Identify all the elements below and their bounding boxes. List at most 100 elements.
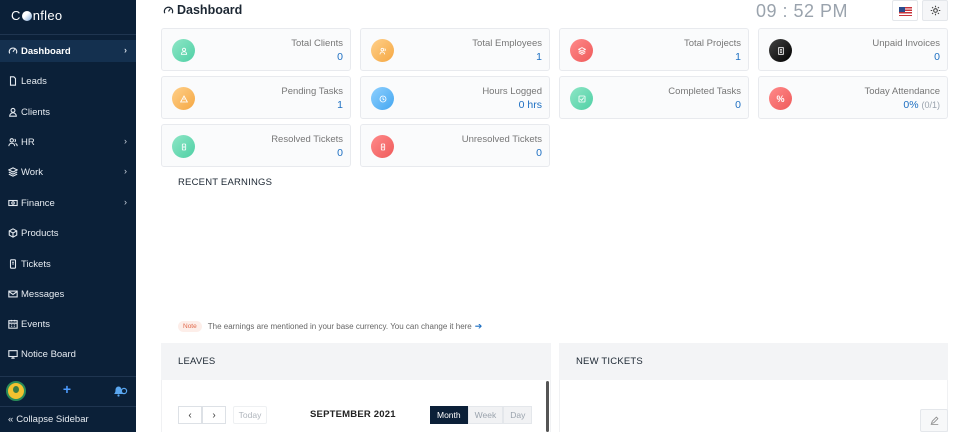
money-icon	[7, 198, 18, 209]
arrow-right-icon[interactable]: ➔	[475, 321, 483, 332]
sidebar-item-label: Notice Board	[21, 348, 76, 360]
cube-icon	[7, 228, 18, 239]
view-day-button[interactable]: Day	[503, 406, 533, 424]
earnings-note: Note The earnings are mentioned in your …	[178, 321, 482, 332]
stat-card-unresolved-tickets[interactable]: Unresolved Tickets 0	[360, 124, 550, 167]
language-selector-button[interactable]	[892, 0, 918, 21]
sidebar-item-label: Leads	[21, 75, 47, 87]
stat-card-pending-tasks[interactable]: Pending Tasks 1	[161, 76, 351, 119]
today-button[interactable]: Today	[233, 406, 267, 424]
stat-value: 1	[337, 99, 343, 111]
sidebar-item-hr[interactable]: HR ›	[0, 131, 136, 153]
ticket-icon	[7, 259, 18, 270]
new-tickets-panel-header: NEW TICKETS	[559, 343, 948, 380]
stat-card-resolved-tickets[interactable]: Resolved Tickets 0	[161, 124, 351, 167]
sidebar-item-messages[interactable]: Messages	[0, 283, 136, 305]
stat-value: 0	[735, 99, 741, 111]
view-week-button[interactable]: Week	[467, 406, 504, 424]
stat-card-today-attendance[interactable]: % Today Attendance 0% (0/1)	[758, 76, 948, 119]
sidebar-item-label: Products	[21, 227, 59, 239]
sidebar-item-clients[interactable]: Clients	[0, 101, 136, 123]
sidebar-item-label: Clients	[21, 106, 51, 118]
leaves-panel-header: LEAVES	[161, 343, 551, 380]
stat-card-total-employees[interactable]: Total Employees 1	[360, 28, 550, 71]
page-title-text: Dashboard	[177, 3, 243, 17]
stat-card-unpaid-invoices[interactable]: Unpaid Invoices 0	[758, 28, 948, 71]
stat-value: 0	[536, 147, 542, 159]
gear-icon	[930, 5, 940, 16]
sidebar-item-label: HR	[21, 136, 35, 148]
monitor-icon	[7, 349, 18, 360]
sidebar-item-events[interactable]: Events	[0, 313, 136, 335]
sidebar-item-label: Events	[21, 318, 51, 330]
ticket-icon	[172, 135, 195, 158]
stat-label: Hours Logged	[482, 86, 542, 97]
layers-icon	[570, 39, 593, 62]
chevron-left-icon: «	[8, 414, 14, 425]
edit-icon	[930, 416, 938, 425]
page-title: Dashboard	[163, 3, 242, 17]
stat-label: Unpaid Invoices	[872, 38, 940, 49]
view-month-button[interactable]: Month	[430, 406, 468, 424]
dashboard-icon	[7, 46, 18, 57]
sidebar-item-label: Messages	[21, 288, 65, 300]
user-icon	[172, 39, 195, 62]
stat-card-total-clients[interactable]: Total Clients 0	[161, 28, 351, 71]
sidebar-item-label: Tickets	[21, 258, 51, 270]
stat-card-hours-logged[interactable]: Hours Logged 0 hrs	[360, 76, 550, 119]
check-icon	[570, 87, 593, 110]
quick-add-button[interactable]: +	[60, 381, 74, 397]
sidebar-item-work[interactable]: Work ›	[0, 161, 136, 183]
sidebar-item-leads[interactable]: Leads	[0, 70, 136, 92]
chevron-right-icon: ›	[124, 45, 127, 55]
sidebar-item-finance[interactable]: Finance ›	[0, 192, 136, 214]
settings-button[interactable]	[922, 0, 948, 21]
attendance-percent: 0%	[903, 99, 919, 111]
stat-label: Total Projects	[683, 38, 741, 49]
stat-label: Total Employees	[472, 38, 542, 49]
stat-value: 0	[337, 51, 343, 63]
stat-label: Resolved Tickets	[271, 134, 343, 145]
new-tickets-title: NEW TICKETS	[576, 356, 643, 367]
user-icon	[7, 107, 18, 118]
attendance-count: (0/1)	[921, 100, 940, 110]
clock: 09 : 52 PM	[756, 1, 849, 21]
app-logo[interactable]: Cnfleo	[11, 8, 62, 23]
warning-icon	[172, 87, 195, 110]
chevron-left-icon: ‹	[188, 409, 192, 421]
notification-bell-icon[interactable]	[112, 383, 128, 397]
stat-card-total-projects[interactable]: Total Projects 1	[559, 28, 749, 71]
calendar-view-switcher: Month Week Day	[430, 406, 533, 424]
scrollbar[interactable]	[546, 381, 549, 432]
leaves-title: LEAVES	[178, 356, 216, 367]
calendar-month-title: SEPTEMBER 2021	[310, 409, 396, 420]
recent-earnings-title: RECENT EARNINGS	[178, 177, 273, 188]
prev-month-button[interactable]: ‹	[178, 406, 202, 424]
next-month-button[interactable]: ›	[202, 406, 226, 424]
users-icon	[371, 39, 394, 62]
file-icon	[7, 76, 18, 87]
chevron-right-icon: ›	[212, 409, 216, 421]
us-flag-icon	[899, 7, 912, 16]
divider	[0, 34, 136, 35]
sidebar: Cnfleo Dashboard › Leads Clients HR › Wo…	[0, 0, 136, 432]
sidebar-item-dashboard[interactable]: Dashboard ›	[0, 40, 136, 62]
stat-value: 1	[536, 51, 542, 63]
stat-value: 0	[934, 51, 940, 63]
mail-icon	[7, 289, 18, 300]
edit-button[interactable]	[920, 409, 948, 432]
chevron-right-icon: ›	[124, 166, 127, 176]
sidebar-item-tickets[interactable]: Tickets	[0, 253, 136, 275]
stat-label: Completed Tasks	[668, 86, 741, 97]
stat-value: 0% (0/1)	[903, 99, 940, 111]
stat-value: 1	[735, 51, 741, 63]
collapse-sidebar-button[interactable]: « Collapse Sidebar	[0, 406, 136, 432]
sidebar-item-label: Work	[21, 166, 43, 178]
sidebar-item-products[interactable]: Products	[0, 222, 136, 244]
percent-icon: %	[769, 87, 792, 110]
stat-card-completed-tasks[interactable]: Completed Tasks 0	[559, 76, 749, 119]
new-tickets-panel-body	[559, 380, 948, 432]
sidebar-item-notice-board[interactable]: Notice Board	[0, 343, 136, 365]
chevron-right-icon: ›	[124, 197, 127, 207]
avatar[interactable]	[6, 381, 26, 401]
